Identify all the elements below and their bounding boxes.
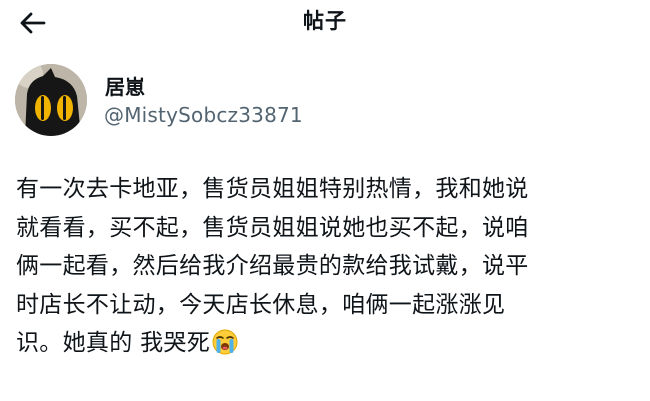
page-title: 帖子	[303, 9, 347, 33]
avatar[interactable]	[15, 64, 87, 136]
top-bar: 帖子	[0, 0, 650, 46]
author-handle[interactable]: @MistySobcz33871	[104, 103, 303, 127]
author-name[interactable]: 居崽	[105, 71, 145, 100]
post-text: 有一次去卡地亚，售货员姐姐特别热情，我和她说 就看看，买不起，售货员姐姐说她也买…	[16, 170, 641, 363]
post-page: 帖子 居崽 @MistySobcz33871 有一次去卡地亚，售货员姐姐特别热情…	[0, 0, 650, 401]
loudly-crying-face-icon	[212, 329, 238, 355]
cartoon-cat-avatar-icon	[15, 64, 87, 136]
post-text-content: 有一次去卡地亚，售货员姐姐特别热情，我和她说 就看看，买不起，售货员姐姐说她也买…	[16, 176, 529, 356]
